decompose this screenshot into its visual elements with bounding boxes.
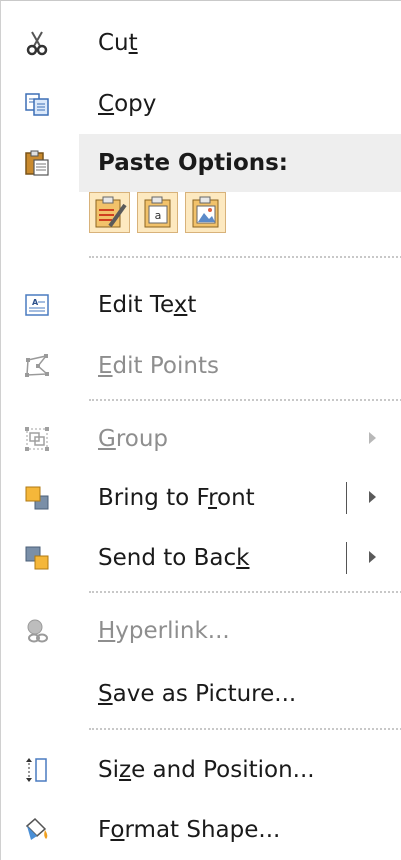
menu-item-send-to-back[interactable]: Send to Back: [1, 529, 401, 587]
menu-item-label: Edit Text: [98, 292, 197, 318]
menu-item-label: Group: [98, 426, 169, 452]
split-divider: [346, 542, 347, 574]
menu-item-label: Size and Position...: [98, 757, 315, 783]
menu-item-save-as-picture[interactable]: Save as Picture...: [1, 665, 401, 723]
menu-item-label: Send to Back: [98, 545, 250, 571]
edit-points-icon: [25, 354, 49, 377]
menu-item-label: Format Shape...: [98, 817, 281, 843]
size-and-position-icon: [26, 758, 47, 782]
paste-keep-text-only-button[interactable]: a: [137, 192, 178, 233]
submenu-arrow-icon[interactable]: [369, 491, 376, 503]
copy-icon: [25, 93, 49, 116]
menu-item-copy[interactable]: Copy: [1, 75, 401, 133]
scissors-icon: [26, 31, 48, 56]
menu-separator: [89, 399, 401, 401]
menu-item-label: Edit Points: [98, 353, 219, 379]
menu-item-label: Save as Picture...: [98, 681, 297, 707]
paste-keep-formatting-icon: [95, 196, 127, 228]
svg-text:a: a: [155, 209, 162, 222]
group-icon: [25, 427, 49, 451]
menu-item-format-shape[interactable]: Format Shape...: [1, 801, 401, 859]
menu-item-bring-to-front[interactable]: Bring to Front: [1, 469, 401, 527]
format-shape-icon: [25, 817, 48, 840]
menu-item-hyperlink[interactable]: Hyperlink...: [1, 602, 401, 660]
paste-picture-icon: [192, 196, 219, 228]
menu-item-label: Cut: [98, 30, 138, 56]
send-to-back-icon: [25, 546, 49, 570]
menu-item-edit-points[interactable]: Edit Points: [1, 337, 401, 395]
menu-item-label: Copy: [98, 91, 157, 117]
menu-separator: [89, 256, 401, 258]
paste-options-label: Paste Options:: [98, 150, 289, 176]
menu-separator: [89, 591, 401, 593]
menu-item-edit-text[interactable]: A Edit Text: [1, 276, 401, 334]
paste-keep-formatting-button[interactable]: [89, 192, 130, 233]
paste-icon: [25, 150, 49, 176]
menu-item-label: Hyperlink...: [98, 618, 230, 644]
bring-to-front-icon: [25, 486, 49, 510]
menu-item-cut[interactable]: Cut: [1, 14, 401, 72]
submenu-arrow-icon: [369, 432, 376, 444]
edit-text-icon: A: [25, 294, 49, 316]
menu-item-group[interactable]: Group: [1, 410, 401, 468]
menu-separator: [89, 728, 401, 730]
menu-item-label: Bring to Front: [98, 485, 255, 511]
paste-keep-text-only-icon: a: [144, 196, 171, 228]
hyperlink-icon: [27, 619, 48, 643]
menu-item-size-and-position[interactable]: Size and Position...: [1, 741, 401, 799]
svg-text:A: A: [32, 298, 39, 307]
paste-options-header: Paste Options:: [1, 134, 401, 192]
paste-picture-button[interactable]: [185, 192, 226, 233]
context-menu: Cut Copy Paste Options: a A Edit Text Ed…: [0, 0, 401, 860]
submenu-arrow-icon[interactable]: [369, 551, 376, 563]
split-divider: [346, 482, 347, 514]
